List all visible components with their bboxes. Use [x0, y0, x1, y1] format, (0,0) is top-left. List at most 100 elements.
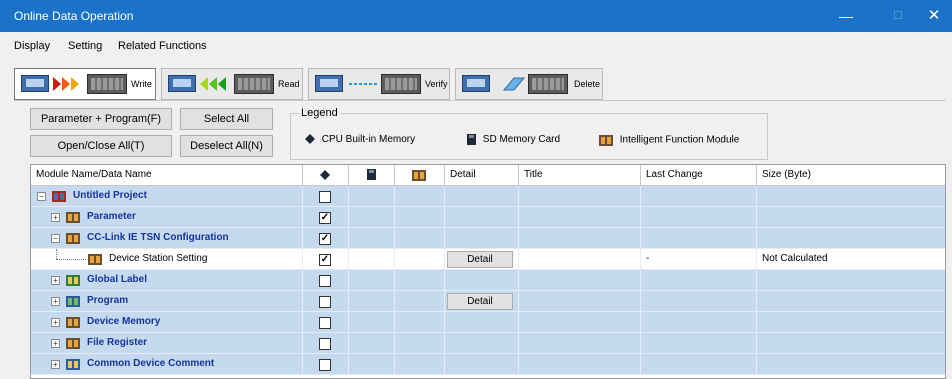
cpu-checkbox-cell [303, 291, 349, 311]
expand-icon[interactable]: + [51, 213, 60, 222]
menu-display[interactable]: Display [14, 40, 50, 52]
column-header-title[interactable]: Title [519, 165, 641, 185]
write-checkbox[interactable] [319, 275, 331, 287]
collapse-icon[interactable]: − [37, 192, 46, 201]
detail-cell [445, 186, 519, 206]
expand-icon[interactable]: + [51, 360, 60, 369]
deselect-all-button[interactable]: Deselect All(N) [180, 135, 273, 157]
tab-read[interactable]: Read [161, 68, 303, 100]
write-checkbox[interactable]: ✓ [319, 212, 331, 224]
last-change-cell [641, 291, 757, 311]
column-header-last-change[interactable]: Last Change [641, 165, 757, 185]
tab-delete[interactable]: Delete [455, 68, 603, 100]
detail-button[interactable]: Detail [447, 293, 513, 310]
table-row[interactable]: + Program Detail [31, 291, 945, 312]
title-cell[interactable] [519, 291, 641, 311]
write-checkbox[interactable] [319, 296, 331, 308]
table-row[interactable]: + Device Memory [31, 312, 945, 333]
write-checkbox[interactable] [319, 191, 331, 203]
column-header-module-name[interactable]: Module Name/Data Name [31, 165, 303, 185]
size-cell: Not Calculated [762, 253, 828, 264]
global-label-icon [66, 275, 80, 286]
program-icon [66, 296, 80, 307]
write-checkbox[interactable] [319, 338, 331, 350]
title-cell[interactable] [519, 207, 641, 227]
tab-write-label: Write [131, 79, 152, 89]
cpu-checkbox-cell: ✓ [303, 207, 349, 227]
collapse-icon[interactable]: − [51, 234, 60, 243]
menu-related-functions[interactable]: Related Functions [118, 40, 207, 52]
expand-icon[interactable]: + [51, 318, 60, 327]
table-row[interactable]: + File Register [31, 333, 945, 354]
computer-icon [315, 75, 343, 92]
expand-icon[interactable]: + [51, 297, 60, 306]
last-change-cell [641, 270, 757, 290]
maximize-icon[interactable]: ☐ [878, 0, 918, 32]
write-checkbox[interactable] [319, 317, 331, 329]
title-cell[interactable] [519, 333, 641, 353]
column-header-detail[interactable]: Detail [445, 165, 519, 185]
parameter-icon [66, 212, 80, 223]
device-comment-icon [66, 359, 80, 370]
open-close-all-button[interactable]: Open/Close All(T) [30, 135, 172, 157]
legend-item-intelligent: Intelligent Function Module [599, 134, 739, 146]
column-header-sd[interactable] [349, 165, 395, 185]
sd-cell [349, 291, 395, 311]
size-cell [757, 312, 945, 332]
plc-icon [381, 74, 421, 94]
legend-item-sd: SD Memory Card [467, 134, 560, 145]
write-checkbox[interactable]: ✓ [319, 254, 331, 266]
detail-button[interactable]: Detail [447, 251, 513, 268]
tab-read-label: Read [278, 79, 300, 89]
menu-setting[interactable]: Setting [68, 40, 102, 52]
select-all-button[interactable]: Select All [180, 108, 273, 130]
row-name: Parameter [87, 211, 136, 222]
legend: Legend CPU Built-in Memory SD Memory Car… [290, 107, 768, 160]
detail-cell [445, 354, 519, 374]
title-cell[interactable] [519, 228, 641, 248]
size-cell [757, 270, 945, 290]
title-cell[interactable] [519, 354, 641, 374]
table-row[interactable]: + Parameter ✓ [31, 207, 945, 228]
write-checkbox[interactable] [319, 359, 331, 371]
title-cell[interactable] [519, 312, 641, 332]
title-cell[interactable] [519, 186, 641, 206]
row-name: File Register [87, 337, 148, 348]
row-name-cell: + File Register [31, 333, 303, 353]
table-row[interactable]: − Untitled Project [31, 186, 945, 207]
expand-icon[interactable]: + [51, 339, 60, 348]
expand-icon[interactable]: + [51, 276, 60, 285]
cpu-memory-icon [320, 170, 330, 180]
table-row[interactable]: + Common Device Comment [31, 354, 945, 375]
parameter-program-button[interactable]: Parameter + Program(F) [30, 108, 172, 130]
tree-connector [56, 249, 57, 259]
column-header-size[interactable]: Size (Byte) [757, 165, 945, 185]
size-cell [757, 333, 945, 353]
detail-cell [445, 270, 519, 290]
table-row[interactable]: Device Station Setting ✓ Detail - Not Calcul… [31, 249, 945, 270]
table-row[interactable]: − CC-Link IE TSN Configuration ✓ [31, 228, 945, 249]
tab-verify[interactable]: Verify [308, 68, 450, 100]
write-checkbox[interactable]: ✓ [319, 233, 331, 245]
column-header-cpu[interactable] [303, 165, 349, 185]
minimize-icon[interactable]: — [826, 0, 866, 32]
sd-card-icon [467, 134, 476, 145]
cpu-checkbox-cell [303, 270, 349, 290]
title-cell[interactable] [519, 270, 641, 290]
table-row[interactable]: + Global Label [31, 270, 945, 291]
tab-write[interactable]: Write [14, 68, 156, 100]
network-config-icon [66, 233, 80, 244]
title-cell[interactable] [519, 249, 641, 269]
column-header-intelligent[interactable] [395, 165, 445, 185]
close-icon[interactable]: ✕ [916, 0, 952, 32]
title-bar[interactable]: Online Data Operation — ☐ ✕ [0, 0, 952, 32]
tab-delete-label: Delete [574, 79, 601, 89]
row-name-cell: + Common Device Comment [31, 354, 303, 374]
row-name-cell: − CC-Link IE TSN Configuration [31, 228, 303, 248]
legend-item-cpu: CPU Built-in Memory [305, 134, 415, 145]
menu-bar: Display Setting Related Functions [0, 32, 952, 60]
row-name: Untitled Project [73, 190, 147, 201]
row-name: Common Device Comment [87, 358, 215, 369]
row-name: Global Label [87, 274, 148, 285]
legend-item-label: SD Memory Card [482, 134, 561, 146]
